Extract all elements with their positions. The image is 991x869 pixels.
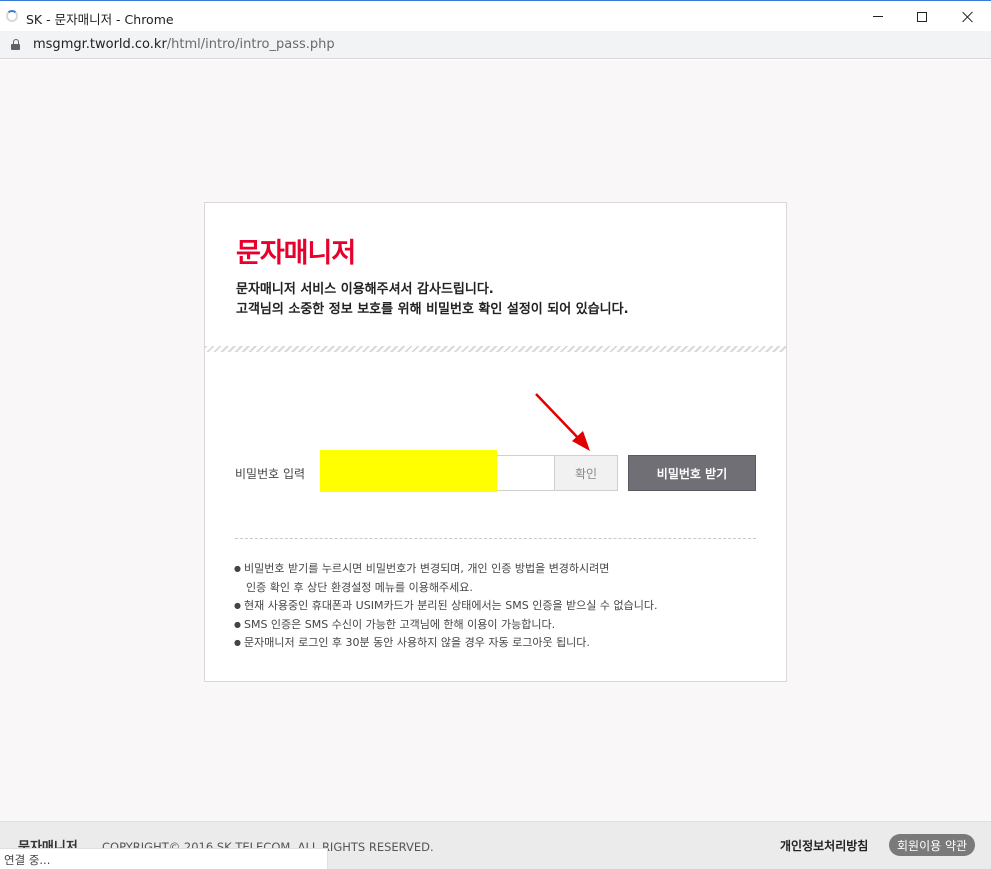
close-button[interactable]: [945, 1, 991, 32]
loading-spinner-icon: [6, 10, 18, 22]
intro-text: 문자매니저 서비스 이용해주셔서 감사드립니다. 고객님의 소중한 정보 보호를…: [236, 280, 629, 320]
close-icon: [962, 11, 974, 23]
lock-icon[interactable]: [11, 39, 20, 50]
maximize-button[interactable]: [899, 1, 945, 32]
minimize-button[interactable]: [855, 1, 901, 32]
intro-line-2: 고객님의 소중한 정보 보호를 위해 비밀번호 확인 설정이 되어 있습니다.: [236, 302, 629, 317]
yellow-highlight: [320, 450, 497, 492]
dashed-divider: [235, 538, 756, 539]
notice-item: SMS 인증은 SMS 수신이 가능한 고객님에 한해 이용이 가능합니다.: [234, 616, 658, 635]
terms-link[interactable]: 회원이용 약관: [889, 834, 976, 856]
notice-list: 비밀번호 받기를 누르시면 비밀번호가 변경되며, 개인 인증 방법을 변경하시…: [234, 560, 658, 653]
intro-line-1: 문자매니저 서비스 이용해주셔서 감사드립니다.: [236, 282, 494, 297]
confirm-button[interactable]: 확인: [554, 455, 618, 491]
window-title: SK - 문자매니저 - Chrome: [26, 12, 174, 27]
notice-item: 문자매니저 로그인 후 30분 동안 사용하지 않을 경우 자동 로그아웃 됩니…: [234, 634, 658, 653]
url-domain: msgmgr.tworld.co.kr: [33, 37, 167, 52]
address-bar[interactable]: msgmgr.tworld.co.kr/html/intro/intro_pas…: [0, 31, 991, 59]
hatched-divider: [205, 346, 786, 352]
page-content: 문자매니저 문자매니저 서비스 이용해주셔서 감사드립니다. 고객님의 소중한 …: [0, 60, 991, 821]
url-text[interactable]: msgmgr.tworld.co.kr/html/intro/intro_pas…: [33, 37, 335, 52]
notice-item-continued: 인증 확인 후 상단 환경설정 메뉴를 이용해주세요.: [246, 580, 473, 594]
notice-item: 비밀번호 받기를 누르시면 비밀번호가 변경되며, 개인 인증 방법을 변경하시…: [234, 560, 658, 579]
window-title-bar: SK - 문자매니저 - Chrome: [0, 0, 991, 31]
password-label: 비밀번호 입력: [235, 467, 306, 481]
maximize-icon: [917, 11, 927, 22]
url-path: /html/intro/intro_pass.php: [166, 37, 335, 52]
get-password-button[interactable]: 비밀번호 받기: [628, 455, 756, 491]
privacy-policy-link[interactable]: 개인정보처리방침: [780, 837, 868, 854]
service-logo: 문자매니저: [236, 238, 356, 269]
notice-item: 현재 사용중인 휴대폰과 USIM카드가 분리된 상태에서는 SMS 인증을 받…: [234, 597, 658, 616]
status-bar: 연결 중...: [0, 848, 328, 869]
password-card: 문자매니저 문자매니저 서비스 이용해주셔서 감사드립니다. 고객님의 소중한 …: [204, 202, 787, 682]
minimize-icon: [873, 16, 883, 17]
